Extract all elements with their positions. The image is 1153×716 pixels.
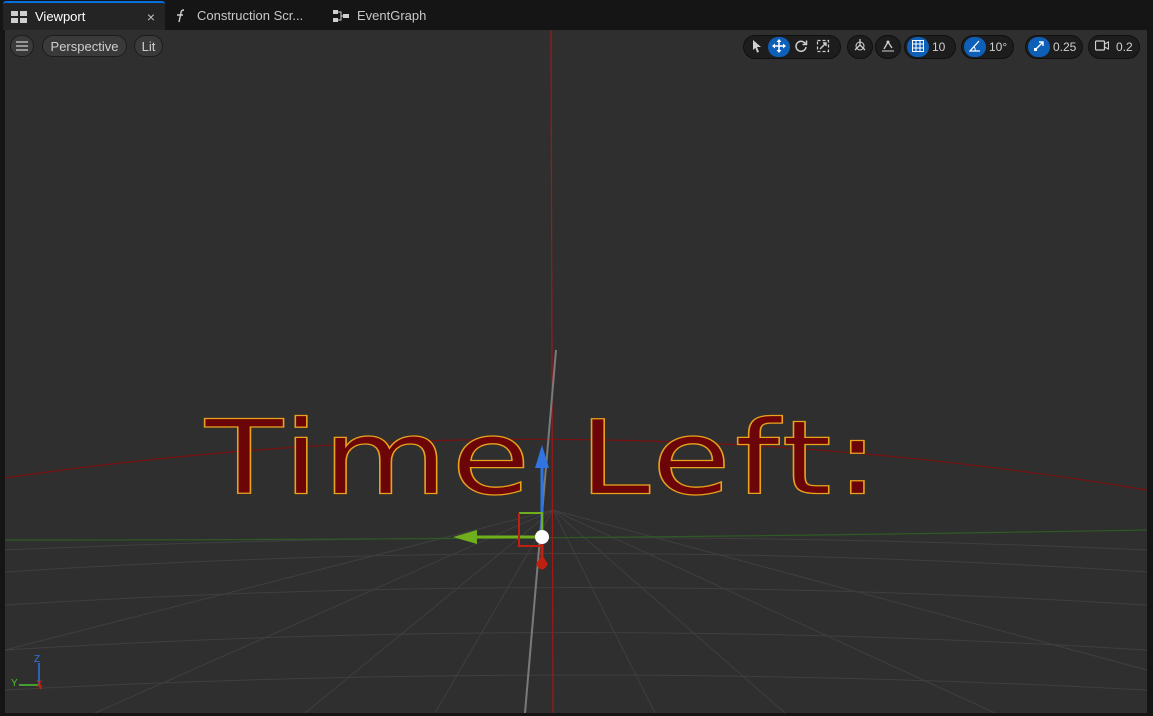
- tab-eventgraph[interactable]: EventGraph: [325, 1, 465, 30]
- cursor-icon: [751, 39, 763, 56]
- scale-snap-value[interactable]: 0.25: [1050, 40, 1082, 54]
- view-mode-button[interactable]: Perspective: [42, 35, 127, 57]
- hamburger-icon: [16, 39, 28, 54]
- rotation-snap-toggle[interactable]: [964, 37, 986, 57]
- angle-icon: [968, 40, 981, 55]
- transform-tools-group: [743, 35, 841, 59]
- scale-snap-toggle[interactable]: [1028, 37, 1050, 57]
- tab-label: Viewport: [35, 9, 86, 24]
- rotate-tool-button[interactable]: [790, 37, 812, 57]
- tab-label: Construction Scr...: [197, 8, 304, 23]
- surface-snapping-button[interactable]: [875, 35, 901, 59]
- scale-tool-button[interactable]: [812, 37, 834, 57]
- move-icon: [772, 38, 786, 56]
- viewport-menu-button[interactable]: [10, 35, 34, 57]
- viewport-icon: [11, 9, 27, 25]
- lighting-mode-button[interactable]: Lit: [134, 35, 163, 57]
- grid-snap-group: 10: [904, 35, 956, 59]
- translate-tool-button[interactable]: [768, 37, 790, 57]
- world-space-icon: [853, 38, 867, 57]
- camera-speed-group: 0.2: [1088, 35, 1140, 59]
- grid-icon: [912, 39, 924, 55]
- axis-label-y: Y: [11, 678, 18, 689]
- rotation-snap-value[interactable]: 10°: [986, 40, 1013, 54]
- tab-label: EventGraph: [357, 8, 427, 23]
- graph-icon: [333, 8, 349, 24]
- grid-snap-value[interactable]: 10: [929, 40, 951, 54]
- text-render-actor[interactable]: Time Left:: [204, 402, 883, 515]
- axis-label-z: Z: [34, 654, 41, 665]
- function-icon: [173, 8, 189, 24]
- rotation-snap-group: 10°: [961, 35, 1014, 59]
- grid-snap-toggle[interactable]: [907, 37, 929, 57]
- tab-bar: Viewport × Construction Scr... EventGrap…: [0, 0, 1153, 30]
- scale-icon: [816, 39, 830, 56]
- viewport-canvas[interactable]: Perspective Lit 10 10° 0.25 0.2 Time Lef…: [5, 30, 1147, 713]
- camera-speed-button[interactable]: [1091, 37, 1113, 57]
- scale-snap-group: 0.25: [1025, 35, 1083, 59]
- scene-grid: [5, 30, 1147, 713]
- camera-speed-value[interactable]: 0.2: [1113, 40, 1139, 54]
- select-tool-button[interactable]: [746, 37, 768, 57]
- tab-construction-script[interactable]: Construction Scr...: [165, 1, 325, 30]
- camera-icon: [1094, 40, 1110, 54]
- surface-snap-icon: [881, 38, 895, 57]
- axis-label-x: X: [36, 679, 43, 690]
- close-icon[interactable]: ×: [147, 9, 155, 25]
- rotate-icon: [794, 39, 808, 56]
- coordinate-space-button[interactable]: [847, 35, 873, 59]
- tab-viewport[interactable]: Viewport ×: [3, 1, 165, 30]
- scale-snap-icon: [1033, 40, 1045, 55]
